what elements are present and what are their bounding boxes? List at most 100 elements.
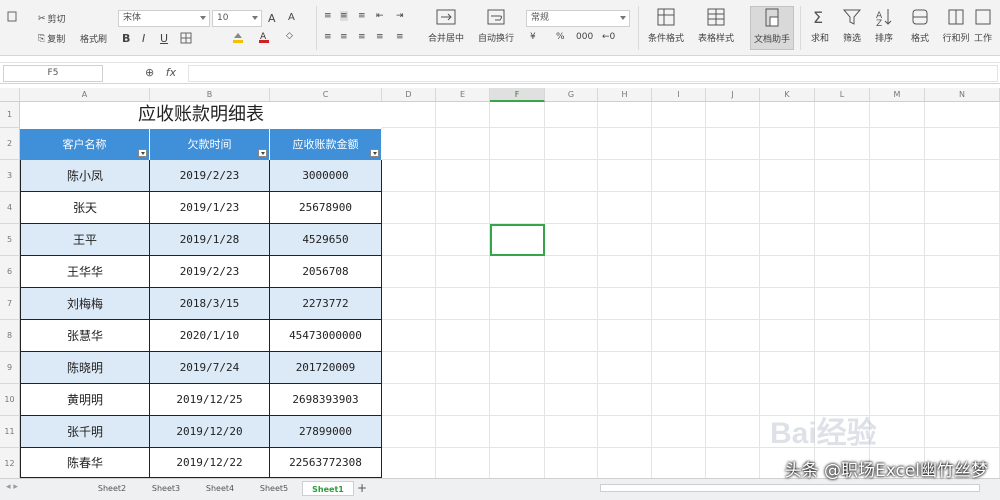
row-header[interactable]: 1 xyxy=(0,102,20,128)
filter-dropdown-icon[interactable] xyxy=(370,149,379,157)
document-assistant-button[interactable]: 文档助手 xyxy=(750,6,794,50)
percent-icon[interactable]: % xyxy=(556,32,565,42)
sheet-tab-active[interactable]: Sheet1 xyxy=(302,481,354,496)
indent-icon[interactable]: ⇤ xyxy=(376,11,384,21)
table-cell[interactable]: 2019/12/20 xyxy=(150,416,270,448)
table-header-cell[interactable]: 欠款时间 xyxy=(150,129,270,160)
table-cell[interactable]: 张天 xyxy=(20,192,150,224)
table-cell[interactable]: 2019/7/24 xyxy=(150,352,270,384)
row-header[interactable]: 11 xyxy=(0,416,20,448)
column-header[interactable]: I xyxy=(652,88,706,102)
column-header[interactable]: F xyxy=(490,88,545,102)
column-header[interactable]: B xyxy=(150,88,270,102)
italic-button[interactable]: I xyxy=(142,32,145,45)
column-header[interactable]: K xyxy=(760,88,815,102)
eraser-icon[interactable]: ◇ xyxy=(286,31,293,41)
row-header[interactable]: 10 xyxy=(0,384,20,416)
decimal-increase-icon[interactable]: ←0 xyxy=(602,32,615,42)
column-header[interactable]: L xyxy=(815,88,870,102)
outdent-icon[interactable]: ⇥ xyxy=(396,11,404,21)
column-header[interactable]: J xyxy=(706,88,760,102)
sheet-tab[interactable]: Sheet5 xyxy=(248,481,300,496)
column-header[interactable]: H xyxy=(598,88,652,102)
column-header[interactable]: A xyxy=(20,88,150,102)
selected-cell[interactable] xyxy=(490,224,545,256)
column-header[interactable]: G xyxy=(545,88,598,102)
font-size-select[interactable]: 10 xyxy=(212,10,262,27)
row-header[interactable]: 8 xyxy=(0,320,20,352)
table-cell[interactable]: 黄明明 xyxy=(20,384,150,416)
table-cell[interactable]: 刘梅梅 xyxy=(20,288,150,320)
row-header[interactable]: 4 xyxy=(0,192,20,224)
align-top-icon[interactable]: ≡ xyxy=(324,11,332,21)
thousands-icon[interactable]: 000 xyxy=(576,32,593,42)
table-cell[interactable]: 2019/2/23 xyxy=(150,160,270,192)
distribute-icon[interactable]: ≡ xyxy=(396,32,404,42)
table-header-cell[interactable]: 应收账款金额 xyxy=(270,129,382,160)
fx-icon[interactable]: fx xyxy=(166,66,176,79)
table-cell[interactable]: 2019/2/23 xyxy=(150,256,270,288)
cut-button[interactable]: ✂ 剪切 xyxy=(38,12,66,26)
table-cell[interactable]: 2018/3/15 xyxy=(150,288,270,320)
conditional-format-button[interactable]: 条件格式 xyxy=(644,6,688,50)
row-header[interactable]: 7 xyxy=(0,288,20,320)
tab-nav-icons[interactable]: ◂ ▸ xyxy=(6,482,18,492)
justify-icon[interactable]: ≡ xyxy=(376,32,384,42)
currency-icon[interactable]: ¥ xyxy=(530,32,536,42)
table-cell[interactable]: 2020/1/10 xyxy=(150,320,270,352)
row-header[interactable]: 3 xyxy=(0,160,20,192)
wrap-text-button[interactable]: 自动换行 xyxy=(474,6,518,50)
select-all-corner[interactable] xyxy=(0,88,20,102)
table-cell[interactable]: 27899000 xyxy=(270,416,382,448)
table-cell[interactable]: 陈小凤 xyxy=(20,160,150,192)
font-grow-button[interactable]: A xyxy=(268,12,276,25)
row-header[interactable]: 9 xyxy=(0,352,20,384)
name-box[interactable]: F5 xyxy=(3,65,103,82)
zoom-icon[interactable]: ⊕ xyxy=(145,66,154,79)
formula-input[interactable] xyxy=(188,65,998,82)
table-cell[interactable]: 2698393903 xyxy=(270,384,382,416)
worksheet-button[interactable]: 工作 xyxy=(966,6,1000,50)
table-cell[interactable]: 陈晓明 xyxy=(20,352,150,384)
horizontal-scrollbar[interactable] xyxy=(600,484,980,492)
sheet-tab[interactable]: Sheet4 xyxy=(194,481,246,496)
table-cell[interactable]: 25678900 xyxy=(270,192,382,224)
underline-button[interactable]: U xyxy=(160,32,168,45)
table-cell[interactable]: 王华华 xyxy=(20,256,150,288)
align-middle-icon[interactable]: ≡ xyxy=(340,11,348,21)
table-cell[interactable]: 22563772308 xyxy=(270,448,382,478)
paste-icon[interactable] xyxy=(6,10,18,22)
column-header[interactable]: N xyxy=(925,88,1000,102)
align-bottom-icon[interactable]: ≡ xyxy=(358,11,366,21)
number-format-select[interactable]: 常规 xyxy=(526,10,630,27)
border-icon[interactable] xyxy=(180,32,192,44)
merge-center-button[interactable]: 合并居中 xyxy=(424,6,468,50)
column-header[interactable]: E xyxy=(436,88,490,102)
table-cell[interactable]: 2273772 xyxy=(270,288,382,320)
table-cell[interactable]: 陈春华 xyxy=(20,448,150,478)
copy-button[interactable]: ⎘ 复制 xyxy=(38,32,65,46)
align-right-icon[interactable]: ≡ xyxy=(358,32,366,42)
sheet-tab[interactable]: Sheet3 xyxy=(140,481,192,496)
row-header[interactable]: 12 xyxy=(0,448,20,480)
align-center-icon[interactable]: ≡ xyxy=(340,32,348,42)
bold-button[interactable]: B xyxy=(122,32,130,45)
column-header[interactable]: M xyxy=(870,88,925,102)
table-style-button[interactable]: 表格样式 xyxy=(694,6,738,50)
table-cell[interactable]: 张慧华 xyxy=(20,320,150,352)
row-header[interactable]: 2 xyxy=(0,128,20,160)
fill-color-icon[interactable] xyxy=(232,31,244,43)
table-cell[interactable]: 4529650 xyxy=(270,224,382,256)
font-shrink-button[interactable]: A xyxy=(288,12,295,23)
table-cell[interactable]: 2019/12/25 xyxy=(150,384,270,416)
table-cell[interactable]: 张千明 xyxy=(20,416,150,448)
column-header[interactable]: C xyxy=(270,88,382,102)
row-header[interactable]: 6 xyxy=(0,256,20,288)
table-cell[interactable]: 201720009 xyxy=(270,352,382,384)
font-color-icon[interactable]: A xyxy=(258,31,270,43)
add-sheet-button[interactable]: + xyxy=(352,481,372,496)
table-cell[interactable]: 45473000000 xyxy=(270,320,382,352)
column-header[interactable]: D xyxy=(382,88,436,102)
sheet-tab[interactable]: Sheet2 xyxy=(86,481,138,496)
table-cell[interactable]: 2056708 xyxy=(270,256,382,288)
